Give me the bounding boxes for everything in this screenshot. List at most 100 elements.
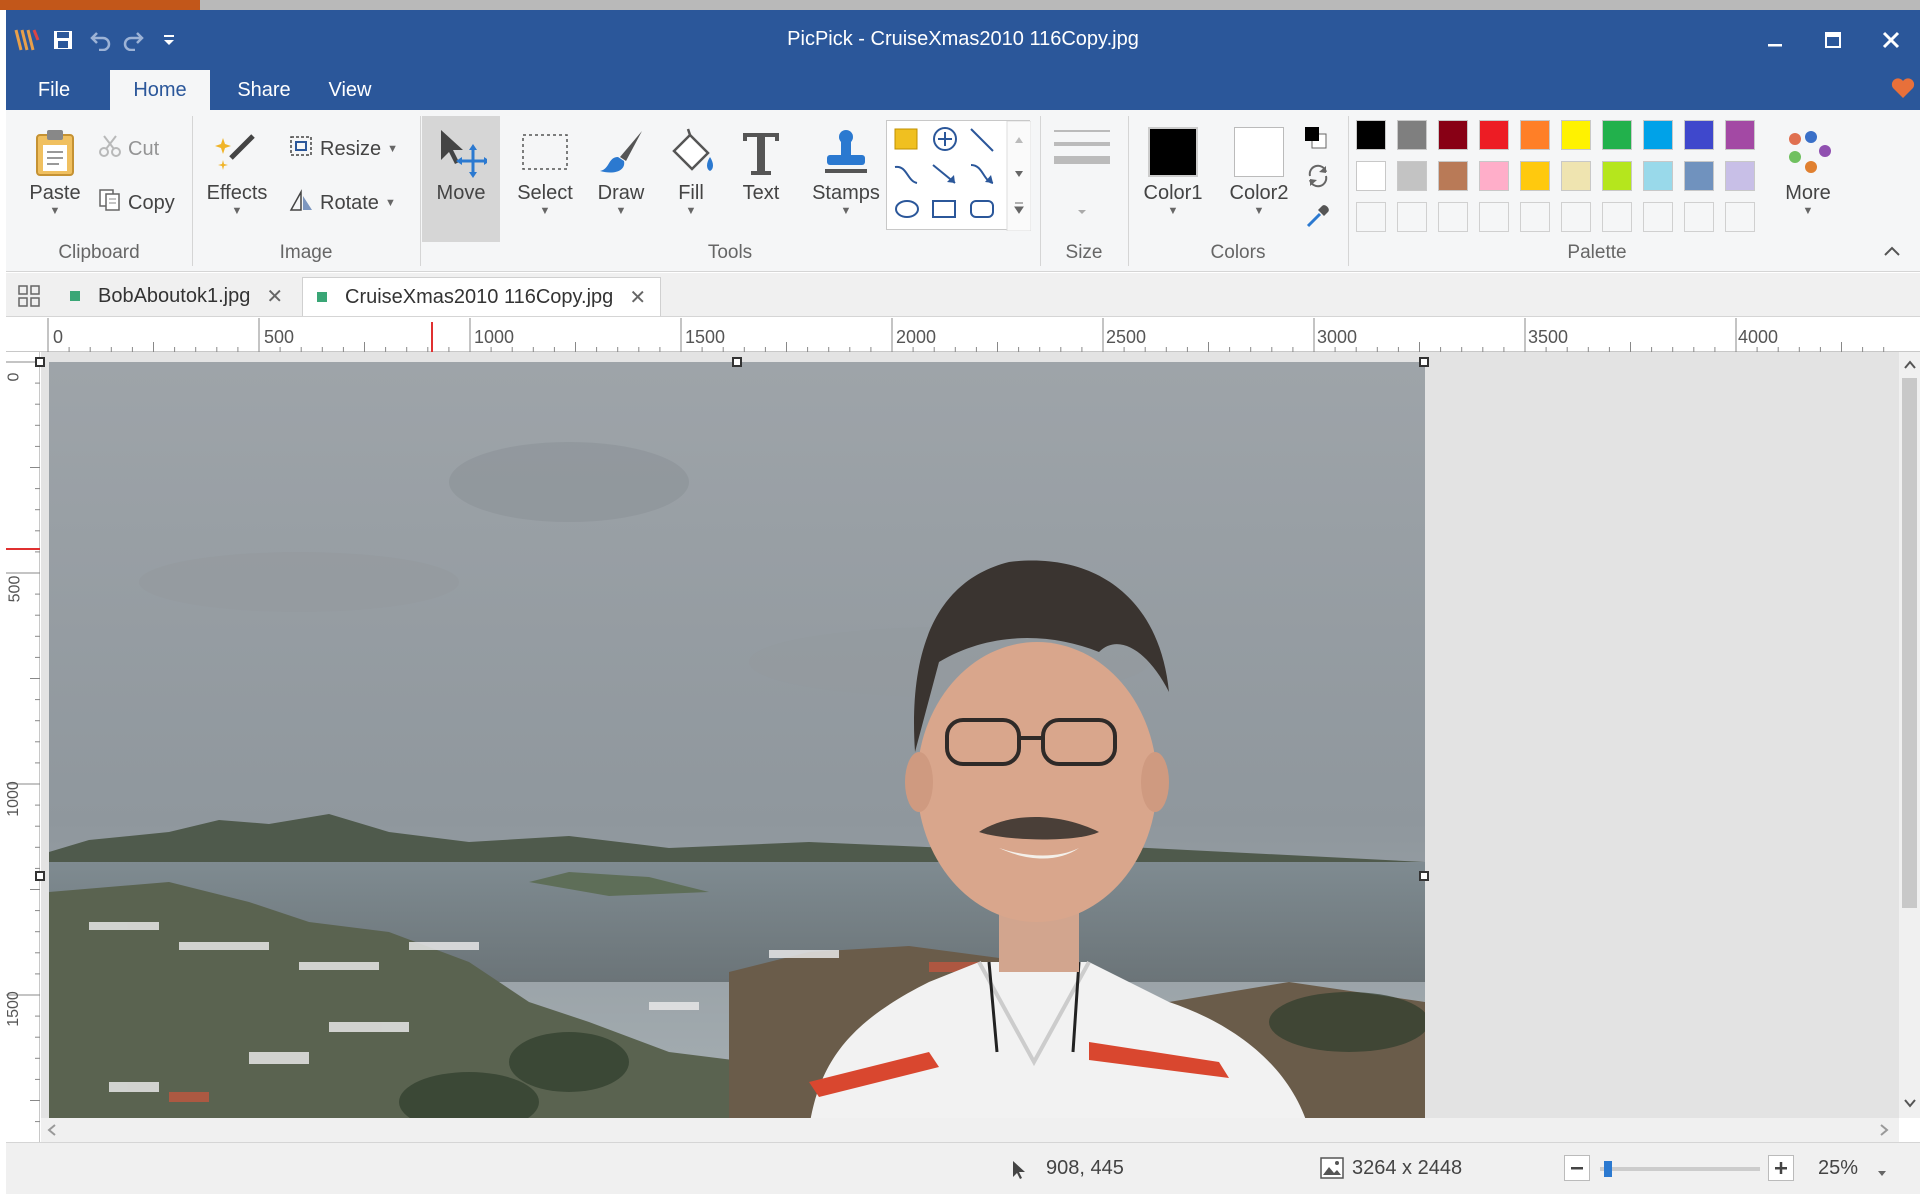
group-label-tools: Tools (707, 242, 753, 263)
draw-button[interactable]: Draw ▼ (582, 122, 660, 217)
custom-color-slot[interactable] (1520, 202, 1550, 232)
rotate-button[interactable]: Rotate ▼ (288, 188, 396, 218)
resize-button[interactable]: Resize ▼ (288, 134, 398, 164)
palette-swatch[interactable] (1479, 161, 1509, 191)
palette-swatch[interactable] (1725, 120, 1755, 150)
fill-button[interactable]: Fill ▼ (654, 122, 728, 217)
palette-swatch[interactable] (1561, 120, 1591, 150)
group-label-palette: Palette (1567, 242, 1627, 263)
zoom-level[interactable]: 25% (1818, 1157, 1858, 1180)
tab-view[interactable]: View (310, 70, 390, 110)
palette-swatch[interactable] (1356, 120, 1386, 150)
select-button[interactable]: Select ▼ (506, 122, 584, 217)
clipboard-icon (20, 122, 90, 182)
palette-swatch[interactable] (1356, 161, 1386, 191)
palette-swatch[interactable] (1643, 161, 1673, 191)
custom-color-slot[interactable] (1438, 202, 1468, 232)
resize-handle[interactable] (35, 871, 45, 881)
document-tab-bobaboutok1[interactable]: BobAboutok1.jpg ✕ (70, 277, 283, 315)
default-colors-icon[interactable] (1302, 124, 1332, 154)
palette-swatch[interactable] (1561, 161, 1591, 191)
palette-swatch[interactable] (1438, 161, 1468, 191)
color1-swatch (1148, 127, 1198, 177)
palette-swatch[interactable] (1684, 161, 1714, 191)
palette-swatch[interactable] (1438, 120, 1468, 150)
custom-color-slot[interactable] (1397, 202, 1427, 232)
vertical-scroll-thumb[interactable] (1902, 378, 1917, 908)
palette-swatch[interactable] (1602, 120, 1632, 150)
zoom-in-button[interactable] (1768, 1155, 1794, 1181)
palette-swatch[interactable] (1643, 120, 1673, 150)
resize-handle[interactable] (1419, 357, 1429, 367)
custom-color-slot[interactable] (1356, 202, 1386, 232)
palette-swatch[interactable] (1397, 120, 1427, 150)
custom-color-slot[interactable] (1479, 202, 1509, 232)
swap-colors-icon[interactable] (1304, 162, 1334, 192)
tab-home[interactable]: Home (110, 70, 210, 110)
custom-color-slot[interactable] (1602, 202, 1632, 232)
horizontal-scrollbar[interactable] (41, 1118, 1899, 1142)
size-button[interactable] (1050, 124, 1114, 224)
resize-handle[interactable] (732, 357, 742, 367)
status-bar: 908, 445 3264 x 2448 25% (6, 1142, 1920, 1194)
color2-button[interactable]: Color2 ▼ (1222, 122, 1296, 217)
background-strip (0, 0, 1920, 10)
move-icon (422, 122, 500, 182)
palette-swatch[interactable] (1479, 120, 1509, 150)
cut-button[interactable]: Cut (98, 134, 159, 164)
cursor-icon (1010, 1159, 1032, 1181)
move-button[interactable]: Move (422, 116, 500, 242)
scroll-up-icon[interactable] (1903, 358, 1917, 372)
heart-icon[interactable] (1890, 76, 1918, 104)
ribbon: Paste ▼ Cut Copy Clipboard Effects ▼ Res… (6, 110, 1920, 272)
palette-swatch[interactable] (1520, 161, 1550, 191)
stamps-button[interactable]: Stamps ▼ (802, 122, 890, 217)
close-button[interactable] (1862, 18, 1920, 62)
shapes-gallery (886, 120, 1032, 232)
maximize-button[interactable] (1804, 18, 1862, 62)
copy-button[interactable]: Copy (98, 188, 175, 218)
effects-button[interactable]: Effects ▼ (202, 122, 272, 217)
resize-handle[interactable] (1419, 871, 1429, 881)
collapse-ribbon-icon[interactable] (1882, 244, 1906, 264)
palette-swatch[interactable] (1725, 161, 1755, 191)
palette-swatch[interactable] (1684, 120, 1714, 150)
minimize-button[interactable] (1746, 18, 1804, 62)
custom-color-slot[interactable] (1561, 202, 1591, 232)
color1-button[interactable]: Color1 ▼ (1136, 122, 1210, 217)
zoom-slider-thumb[interactable] (1604, 1161, 1612, 1177)
scroll-right-icon[interactable] (1877, 1123, 1891, 1137)
text-button[interactable]: Text (726, 122, 796, 205)
close-tab-icon[interactable]: ✕ (629, 285, 646, 310)
custom-color-slot[interactable] (1725, 202, 1755, 232)
document-tab-cruisexmas[interactable]: CruiseXmas2010 116Copy.jpg ✕ (302, 277, 662, 316)
vertical-scrollbar[interactable] (1899, 352, 1920, 1118)
grid-view-icon[interactable] (18, 285, 42, 309)
image-dimensions: 3264 x 2448 (1352, 1157, 1463, 1179)
zoom-out-button[interactable] (1564, 1155, 1590, 1181)
eyedropper-icon[interactable] (1304, 202, 1334, 232)
palette-swatch[interactable] (1397, 161, 1427, 191)
palette-swatch[interactable] (1602, 161, 1632, 191)
scroll-down-icon[interactable] (1903, 1096, 1917, 1110)
resize-handle[interactable] (35, 357, 45, 367)
document-tab-bar: BobAboutok1.jpg ✕ CruiseXmas2010 116Copy… (6, 273, 1920, 317)
scroll-left-icon[interactable] (45, 1123, 59, 1137)
group-label-colors: Colors (1210, 242, 1266, 263)
zoom-dropdown-icon[interactable] (1876, 1161, 1888, 1184)
tab-file[interactable]: File (6, 70, 102, 110)
horizontal-ruler: 0 500 1000 1500 2000 2500 3000 3500 4000 (6, 318, 1920, 352)
window-title: PicPick - CruiseXmas2010 116Copy.jpg (787, 28, 1139, 50)
paste-button[interactable]: Paste ▼ (20, 122, 90, 217)
more-colors-button[interactable]: More ▼ (1772, 122, 1844, 217)
ribbon-tab-bar: File Home Share View (6, 70, 1920, 110)
close-tab-icon[interactable]: ✕ (266, 284, 283, 309)
zoom-slider[interactable] (1600, 1161, 1760, 1177)
resize-icon (288, 134, 314, 164)
custom-color-slot[interactable] (1684, 202, 1714, 232)
palette-swatch[interactable] (1520, 120, 1550, 150)
tab-share[interactable]: Share (216, 70, 312, 110)
canvas-workspace[interactable] (35, 352, 1899, 1129)
canvas-image[interactable] (49, 362, 1425, 1129)
custom-color-slot[interactable] (1643, 202, 1673, 232)
